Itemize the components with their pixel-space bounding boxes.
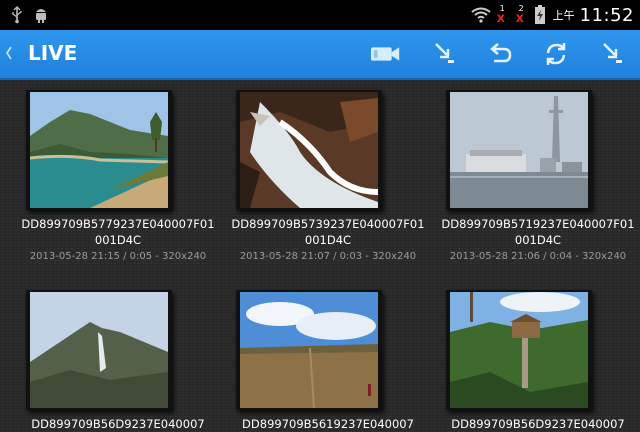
android-debug-icon [36,9,46,23]
undo-button[interactable] [484,38,516,70]
video-thumbnail[interactable] [446,90,592,210]
download-icon [435,43,454,63]
video-name: DD899709B5619237E040007 [242,417,414,431]
undo-icon [490,43,512,63]
status-bar: 1 x 2 x 上午 11:52 [0,0,640,30]
back-chevron-icon[interactable] [4,44,14,62]
video-meta: 2013-05-28 21:15 / 0:05 - 320x240 [29,251,207,262]
video-meta: 2013-05-28 21:07 / 0:03 - 320x240 [239,251,417,262]
clock-ampm: 上午 [552,9,575,22]
action-bar: LIVE [0,30,640,80]
video-thumbnail[interactable] [236,90,382,210]
clock-time: 11:52 [579,4,634,26]
download-icon [603,43,622,63]
video-name: DD899709B5719237E040007F01001D4C [441,217,635,247]
signal-1-icon: 1 x [496,4,506,26]
video-name: DD899709B56D9237E040007 [31,417,205,431]
video-name: DD899709B5779237E040007F01001D4C [21,217,215,247]
download-button[interactable] [428,38,460,70]
video-thumbnail[interactable] [236,290,382,410]
video-thumbnail[interactable] [26,90,172,210]
refresh-icon [546,43,566,65]
refresh-button[interactable] [540,38,572,70]
video-thumbnail[interactable] [26,290,172,410]
battery-charging-icon [534,5,545,24]
wifi-icon [471,7,491,23]
usb-icon [12,6,22,24]
live-record-button[interactable] [370,38,402,70]
video-thumbnail[interactable] [446,290,592,410]
status-right: 1 x 2 x 上午 11:52 [471,3,634,27]
download-all-button[interactable] [596,38,628,70]
page-title: LIVE [28,41,78,65]
video-meta: 2013-05-28 21:06 / 0:04 - 320x240 [449,251,627,262]
signal-2-icon: 2 x [515,4,525,26]
video-name: DD899709B56D9237E040007 [451,417,625,431]
video-name: DD899709B5739237E040007F01001D4C [231,217,425,247]
video-camera-icon [370,47,400,61]
video-grid: DD899709B5779237E040007F01001D4C 2013-05… [0,80,640,431]
